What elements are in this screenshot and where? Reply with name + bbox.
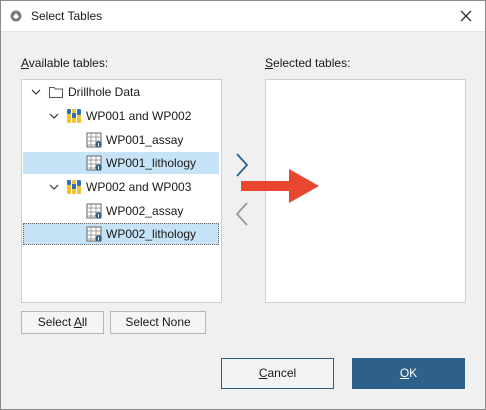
chevron-down-icon[interactable] <box>48 181 60 193</box>
tree-node-wp001-lithology[interactable]: WP001_lithology <box>23 152 219 174</box>
dialog-title: Select Tables <box>31 9 103 23</box>
table-icon <box>86 226 102 242</box>
tree-node-wp002-assay[interactable]: WP002_assay <box>23 200 219 222</box>
tree-node-wp002-and-wp003[interactable]: WP002 and WP003 <box>23 176 219 198</box>
chevron-down-icon[interactable] <box>30 86 42 98</box>
tree-node-drillhole-data[interactable]: Drillhole Data <box>23 81 219 103</box>
tree-node-wp001-assay[interactable]: WP001_assay <box>23 129 219 151</box>
tree-node-label: Drillhole Data <box>68 85 141 99</box>
tree-node-wp001-and-wp002[interactable]: WP001 and WP002 <box>23 105 219 127</box>
drillhole-group-icon <box>67 180 81 194</box>
table-icon <box>86 203 102 219</box>
tree-node-label: WP001 and WP002 <box>86 109 192 123</box>
ok-button[interactable]: OK <box>352 358 465 389</box>
select-none-button[interactable]: Select None <box>110 311 206 334</box>
leapfrog-app-icon <box>10 10 22 22</box>
chevron-down-icon[interactable] <box>48 110 60 122</box>
close-icon[interactable] <box>455 5 477 27</box>
folder-icon <box>49 87 63 98</box>
available-tables-tree[interactable]: Drillhole Data WP001 and WP002 WP001_ass… <box>21 79 222 303</box>
selected-tables-label: Selected tables: <box>265 56 351 70</box>
available-tables-label: Available tables: <box>21 56 109 70</box>
tree-node-label: WP002_lithology <box>106 227 197 241</box>
tree-node-wp002-lithology[interactable]: WP002_lithology <box>23 223 219 245</box>
tree-node-label: WP002 and WP003 <box>86 180 192 194</box>
drillhole-group-icon <box>67 109 81 123</box>
tree-node-label: WP002_assay <box>106 204 184 218</box>
red-arrow-icon <box>241 169 319 203</box>
title-bar: Select Tables <box>1 1 485 32</box>
tree-node-label: WP001_assay <box>106 133 184 147</box>
cancel-button[interactable]: Cancel <box>221 358 334 389</box>
tree-node-label: WP001_lithology <box>106 156 197 170</box>
select-all-button[interactable]: Select All <box>21 311 104 334</box>
table-icon <box>86 155 102 171</box>
select-tables-dialog: Select Tables Available tables: Selected… <box>0 0 486 410</box>
table-icon <box>86 132 102 148</box>
